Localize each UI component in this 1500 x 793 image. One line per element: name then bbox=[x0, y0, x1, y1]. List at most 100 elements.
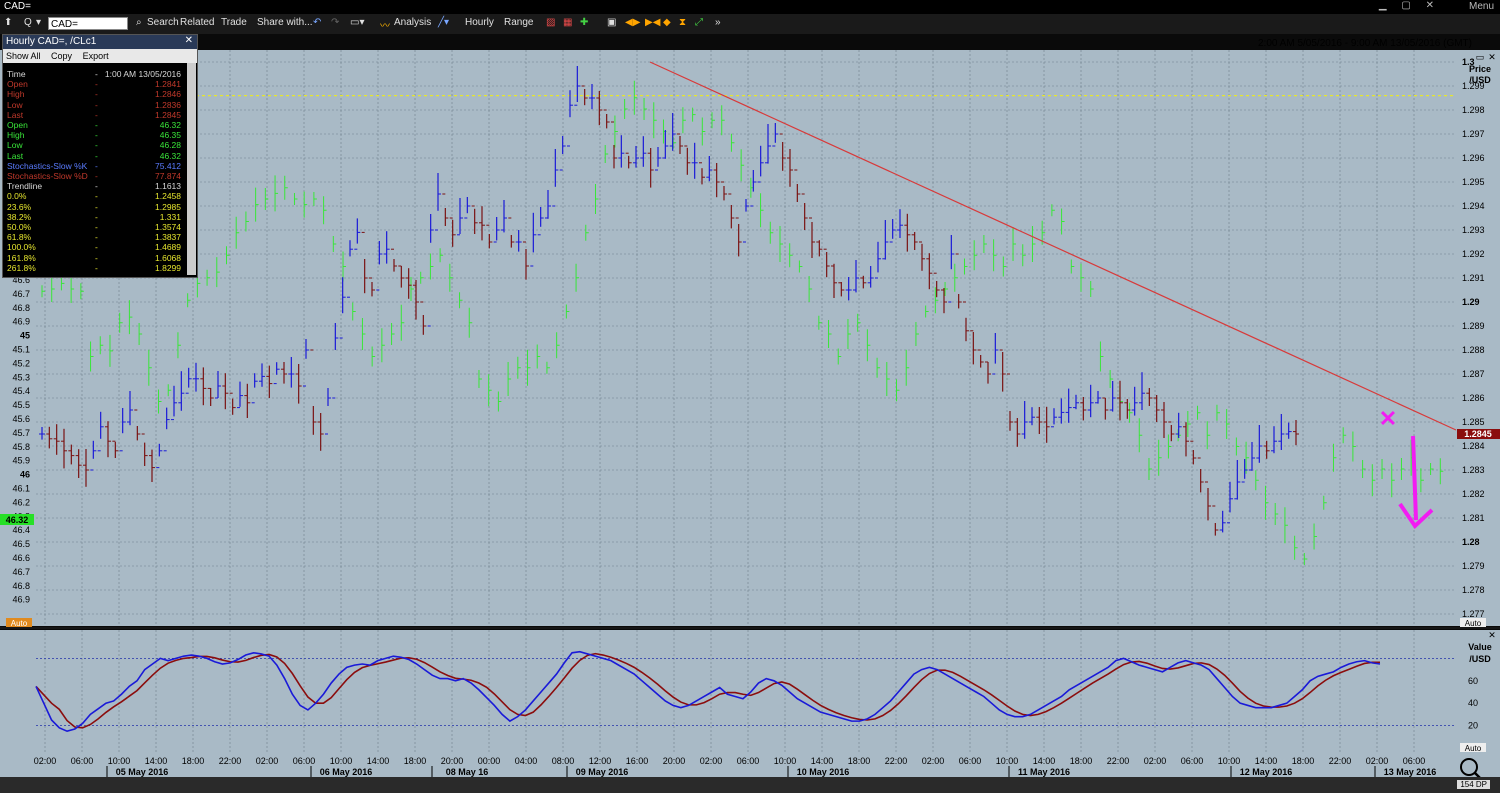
fit-icon[interactable]: ▣ bbox=[607, 17, 616, 28]
show-all-button[interactable]: Show All bbox=[6, 51, 41, 61]
left-tick-label: 45.9 bbox=[12, 456, 30, 466]
right-tick-label: 1.277 bbox=[1462, 609, 1485, 619]
indicator-panel bbox=[36, 630, 1456, 752]
export-icon[interactable]: ⤢ bbox=[695, 17, 703, 28]
data-row-value: 1.2985 bbox=[155, 201, 181, 212]
left-tick-label: 46.9 bbox=[12, 595, 30, 605]
related-button[interactable]: Related bbox=[180, 17, 214, 28]
right-tick-label: 1.285 bbox=[1462, 417, 1485, 427]
data-row-separator: - bbox=[95, 171, 98, 181]
data-row-value: 1.2845 bbox=[155, 109, 181, 120]
timeline-scrollbar[interactable] bbox=[0, 777, 1500, 793]
data-row-value: 1.6068 bbox=[155, 252, 181, 263]
menu-button[interactable]: Menu bbox=[1469, 1, 1494, 12]
compress-icon[interactable]: ⧗ bbox=[679, 17, 686, 28]
right-tick-label: 1.29 bbox=[1462, 297, 1480, 307]
x-tick-label: 22:00 bbox=[1329, 756, 1352, 766]
window-controls[interactable]: ▁ ▢ ✕ bbox=[1379, 0, 1440, 11]
interval-select[interactable]: Hourly bbox=[465, 17, 494, 28]
auto-indicator-label: Auto bbox=[1465, 744, 1482, 753]
panel-close-icon: ✕ bbox=[1488, 52, 1496, 62]
data-row-separator: - bbox=[95, 89, 98, 100]
auto-left-label: Auto bbox=[11, 619, 28, 628]
right-tick-label: 1.292 bbox=[1462, 249, 1485, 259]
range-select[interactable]: Range bbox=[504, 17, 533, 28]
data-row: Time -1:00 AM 13/05/2016 bbox=[7, 69, 181, 79]
price-chart[interactable]: 02:00 06:00 10:00 14:00 18:00 22:00 02:00 06:00… bbox=[0, 34, 1500, 793]
data-row-label: Low bbox=[7, 99, 23, 110]
crosshair-icon[interactable]: ✚ bbox=[580, 17, 588, 28]
x-tick-label: 14:00 bbox=[811, 756, 834, 766]
right-tick-label: 1.284 bbox=[1462, 441, 1485, 451]
data-row-label: 161.8% bbox=[7, 252, 36, 263]
right-tick-label: 1.297 bbox=[1462, 129, 1485, 139]
data-row-value: 46.32 bbox=[159, 150, 181, 161]
data-row-separator: - bbox=[95, 201, 98, 212]
right-tick-label: 1.283 bbox=[1462, 465, 1485, 475]
draw-line-icon[interactable]: ╱▾ bbox=[438, 17, 449, 28]
data-row-separator: - bbox=[95, 191, 98, 202]
share-button[interactable]: Share with... bbox=[257, 17, 313, 28]
left-tick-label: 45 bbox=[20, 331, 30, 341]
x-tick-label: 10:00 bbox=[996, 756, 1019, 766]
data-row-label: Trendline bbox=[7, 181, 43, 192]
data-row-value: 46.32 bbox=[159, 120, 181, 130]
indicator-tick-label: 60 bbox=[1468, 676, 1478, 686]
zoom-icon[interactable]: ▶◀ bbox=[645, 17, 660, 28]
data-row-value: 1.8299 bbox=[155, 262, 181, 273]
data-row-label: 0.0% bbox=[7, 191, 27, 202]
close-icon[interactable]: ✕ bbox=[185, 35, 193, 46]
expand-vertical-icon[interactable]: ◆ bbox=[663, 17, 671, 28]
undo-icon[interactable]: ↶ bbox=[313, 17, 321, 28]
data-row-value: 1:00 AM 13/05/2016 bbox=[104, 69, 181, 79]
date-label: 05 May 2016 bbox=[116, 767, 169, 777]
data-window-scrollbar[interactable] bbox=[187, 63, 196, 275]
search-icon[interactable]: ⌕ bbox=[136, 17, 142, 28]
x-tick-label: 06:00 bbox=[1181, 756, 1204, 766]
up-arrow-icon[interactable]: ⬆ bbox=[4, 17, 12, 28]
data-row: 261.8% - 1.8299 bbox=[7, 263, 181, 273]
x-tick-label: 02:00 bbox=[1144, 756, 1167, 766]
data-window-menu: Show All Copy Export bbox=[3, 49, 197, 63]
data-row-label: 100.0% bbox=[7, 242, 36, 253]
data-row-label: Stochastics-Slow %K bbox=[7, 160, 88, 171]
quote-dropdown-icon[interactable]: ▾ bbox=[36, 17, 41, 28]
x-tick-label: 18:00 bbox=[1292, 756, 1315, 766]
data-row: High - 1.2846 bbox=[7, 89, 181, 99]
analysis-icon[interactable]: 〰 bbox=[380, 17, 390, 32]
zoom-indicator[interactable]: 154 DP bbox=[1457, 780, 1490, 789]
compare-icon[interactable]: ▦ bbox=[563, 17, 572, 28]
data-row-label: High bbox=[7, 89, 25, 100]
trade-button[interactable]: Trade bbox=[221, 17, 247, 28]
copy-button[interactable]: Copy bbox=[51, 51, 72, 61]
x-tick-label: 06:00 bbox=[1403, 756, 1426, 766]
chart-type-icon[interactable]: ▨ bbox=[546, 17, 555, 28]
x-tick-label: 08:00 bbox=[552, 756, 575, 766]
data-row: Last - 1.2845 bbox=[7, 110, 181, 120]
more-icon[interactable]: » bbox=[715, 17, 721, 28]
price-axis-unit: /USD bbox=[1469, 75, 1491, 85]
data-row-separator: - bbox=[95, 232, 98, 243]
x-tick-label: 02:00 bbox=[922, 756, 945, 766]
data-row: 23.6% - 1.2985 bbox=[7, 202, 181, 212]
redo-icon[interactable]: ↷ bbox=[331, 17, 339, 28]
x-tick-label: 10:00 bbox=[108, 756, 131, 766]
search-button[interactable]: Search bbox=[147, 17, 179, 28]
left-tick-label: 45.8 bbox=[12, 442, 30, 452]
x-tick-label: 18:00 bbox=[848, 756, 871, 766]
date-label: 09 May 2016 bbox=[576, 767, 629, 777]
analysis-button[interactable]: Analysis bbox=[394, 17, 431, 28]
data-row-separator: - bbox=[95, 120, 98, 130]
export-button[interactable]: Export bbox=[83, 51, 109, 61]
data-row: Low - 46.28 bbox=[7, 140, 181, 150]
data-row-separator: - bbox=[95, 69, 98, 79]
left-tick-label: 45.3 bbox=[12, 372, 30, 382]
right-tick-label: 1.279 bbox=[1462, 561, 1485, 571]
scroll-left-icon[interactable]: ◀▶ bbox=[625, 17, 640, 28]
folder-icon[interactable]: ▭▾ bbox=[350, 17, 364, 28]
data-row-value: 1.2846 bbox=[155, 89, 181, 100]
quote-button[interactable]: Q bbox=[24, 17, 32, 28]
symbol-input[interactable]: CAD= bbox=[48, 17, 128, 30]
data-row: Open - 1.2841 bbox=[7, 79, 181, 89]
data-window-title: Hourly CAD=, /CLc1 bbox=[3, 35, 197, 49]
